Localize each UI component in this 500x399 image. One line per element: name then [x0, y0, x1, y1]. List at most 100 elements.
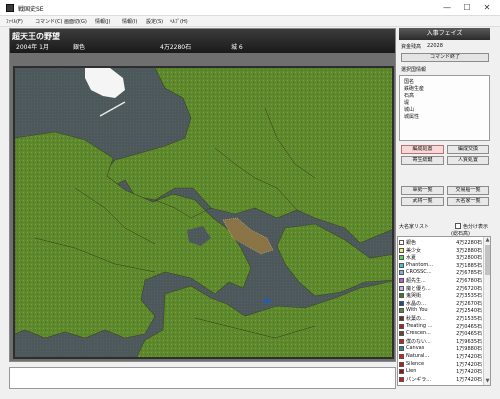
- clan-row[interactable]: Treating ... 2万0465石: [399, 323, 483, 330]
- end-command-button[interactable]: コマンド終了: [401, 53, 489, 62]
- player-clan: 銀色: [73, 44, 86, 51]
- clan-row[interactable]: With You 2万2540石: [399, 307, 483, 314]
- info-line: 城属性: [404, 114, 420, 120]
- hostage-button[interactable]: 人質処置: [447, 156, 489, 165]
- clan-name: Natural...: [406, 353, 430, 359]
- clan-koku: 2万1535石: [456, 316, 482, 322]
- clan-list[interactable]: 銀色 4万2280石 美少女 3万2880石 水夏 3万2800石 Phantom... 3万…: [397, 236, 491, 386]
- menu-file[interactable]: ﾌｧｲﾙ(F): [6, 18, 23, 25]
- clan-koku: 2万6720石: [456, 285, 482, 292]
- menu-help[interactable]: ﾍﾙﾌﾟ(H): [170, 18, 188, 25]
- menu-settings[interactable]: 設定(S): [146, 18, 163, 25]
- status-bar: 超天王の野望 2004年 1月 銀色 4万2280石 城 6: [10, 29, 395, 53]
- army-list-button[interactable]: 軍勢一覧: [401, 186, 444, 195]
- clan-row[interactable]: Canvas 1万9880石: [399, 345, 483, 352]
- river-lake: [263, 299, 271, 303]
- clan-color-swatch: [399, 361, 404, 367]
- command-panel: 入事フェイズ 資金残高 22028 コマンド終了 選択国情報 国名 鉄砲生産 石…: [397, 28, 493, 390]
- organize-button[interactable]: 編成処置: [401, 145, 444, 154]
- menu-info-j[interactable]: 情報(J): [95, 18, 110, 25]
- clan-koku: 1万9880石: [456, 346, 482, 353]
- clan-koku: 2万0465石: [456, 331, 482, 338]
- clan-name: Silence: [406, 360, 425, 367]
- world-map[interactable]: [13, 66, 394, 359]
- scroll-down-icon[interactable]: ▼: [485, 378, 490, 384]
- clan-koku: 3万2880石: [456, 247, 482, 254]
- clan-name: 美少女: [406, 247, 422, 254]
- clan-name: 水晶の…: [406, 300, 427, 307]
- info-line: 国名: [404, 79, 415, 85]
- funds-label: 資金残高: [401, 44, 422, 50]
- clan-name: Lien: [406, 368, 417, 375]
- clan-row[interactable]: 美少女 3万2880石: [399, 247, 483, 254]
- clan-koku: 1万7420石: [456, 361, 482, 368]
- clan-row[interactable]: Crescen... 2万0465石: [399, 330, 483, 337]
- info-line: 城山: [404, 107, 415, 113]
- menu-info-i[interactable]: 情報(I): [122, 18, 137, 25]
- clan-row[interactable]: 水晶の… 2万2670石: [399, 300, 483, 307]
- menu-screen[interactable]: 画面切(G): [64, 18, 87, 25]
- clan-row[interactable]: パンギラ... 1万7420石: [399, 376, 483, 383]
- app-icon: [6, 4, 14, 12]
- scroll-thumb[interactable]: [485, 245, 490, 275]
- clan-color-swatch: [399, 376, 404, 382]
- clan-row[interactable]: 銀色 4万2280石: [399, 239, 483, 246]
- clan-row[interactable]: Silence 1万7420石: [399, 361, 483, 368]
- clan-row[interactable]: CROSSC... 2万6785石: [399, 269, 483, 276]
- close-button[interactable]: ✕: [481, 3, 493, 13]
- clan-color-swatch: [399, 323, 404, 329]
- clan-color-swatch: [399, 308, 404, 314]
- clan-color-swatch: [399, 354, 404, 359]
- clan-color-swatch: [399, 285, 404, 291]
- clan-row[interactable]: 僕のない... 1万9635石: [399, 338, 483, 345]
- clan-name: Crescen...: [406, 330, 431, 337]
- clan-name: 超先生...: [406, 278, 426, 284]
- clan-color-swatch: [399, 293, 404, 299]
- menu-bar: ﾌｧｲﾙ(F) コマンド(C) 画面切(G) 情報(J) 情報(I) 設定(S)…: [0, 16, 500, 27]
- clan-list-scrollbar[interactable]: ▲ ▼: [483, 237, 490, 385]
- clan-name: パンギラ...: [406, 376, 432, 383]
- clan-row[interactable]: 超先生... 2万6780石: [399, 277, 483, 284]
- clan-koku: 4万2280石: [456, 240, 482, 246]
- info-line: 堤: [404, 100, 410, 106]
- clan-row[interactable]: Lien 1万7420石: [399, 368, 483, 375]
- clan-row[interactable]: 秋葉の... 2万1535石: [399, 315, 483, 322]
- clan-row[interactable]: 水夏 3万2800石: [399, 254, 483, 261]
- clan-koku: 2万0465石: [456, 323, 482, 330]
- message-bar: [9, 367, 396, 389]
- scroll-up-icon[interactable]: ▲: [485, 237, 490, 243]
- color-toggle-checkbox[interactable]: [455, 223, 461, 229]
- window-titlebar: 戦国史SE — ☐ ✕: [0, 0, 500, 16]
- minimize-button[interactable]: —: [441, 3, 453, 13]
- clan-name: 魔と優ら...: [406, 285, 431, 292]
- game-window: 超天王の野望 2004年 1月 銀色 4万2280石 城 6: [9, 28, 396, 362]
- clan-koku: 2万2670石: [456, 300, 482, 307]
- clan-color-swatch: [399, 338, 404, 344]
- clan-row[interactable]: 魔と優ら... 2万6720石: [399, 285, 483, 292]
- clan-name: Canvas: [406, 345, 425, 352]
- trade-ship-list-button[interactable]: 交易船一覧: [447, 186, 489, 195]
- general-list-button[interactable]: 武将一覧: [401, 197, 444, 206]
- clan-list-button[interactable]: 大名家一覧: [447, 197, 489, 206]
- selected-info-box: 国名 鉄砲生産 石高 堤 城山 城属性: [399, 75, 490, 141]
- clan-color-swatch: [399, 331, 404, 337]
- clan-color-swatch: [399, 369, 404, 375]
- clan-color-swatch: [399, 270, 404, 276]
- clan-koku: 1万7420石: [456, 354, 482, 360]
- menu-command[interactable]: コマンド(C): [35, 18, 62, 25]
- map-terrain: [15, 68, 392, 357]
- current-date: 2004年 1月: [16, 44, 49, 51]
- clan-name: 僕のない...: [406, 338, 431, 345]
- clan-row[interactable]: Natural... 1万7420石: [399, 353, 483, 360]
- clan-name: 秋葉の...: [406, 316, 426, 322]
- clan-koku: 1万7420石: [456, 376, 482, 383]
- clan-row[interactable]: Phantom... 3万1885石: [399, 262, 483, 269]
- clan-color-swatch: [399, 247, 404, 253]
- clan-koku: 2万3535石: [456, 293, 482, 300]
- parasite-button[interactable]: 寄生総鍵: [401, 156, 444, 165]
- clan-koku: 1万7420石: [456, 369, 482, 376]
- maximize-button[interactable]: ☐: [461, 3, 473, 13]
- clan-row[interactable]: 鬼哭街 2万3535石: [399, 292, 483, 299]
- exchange-button[interactable]: 編成交換: [447, 145, 489, 154]
- clan-name: Treating ...: [406, 322, 433, 329]
